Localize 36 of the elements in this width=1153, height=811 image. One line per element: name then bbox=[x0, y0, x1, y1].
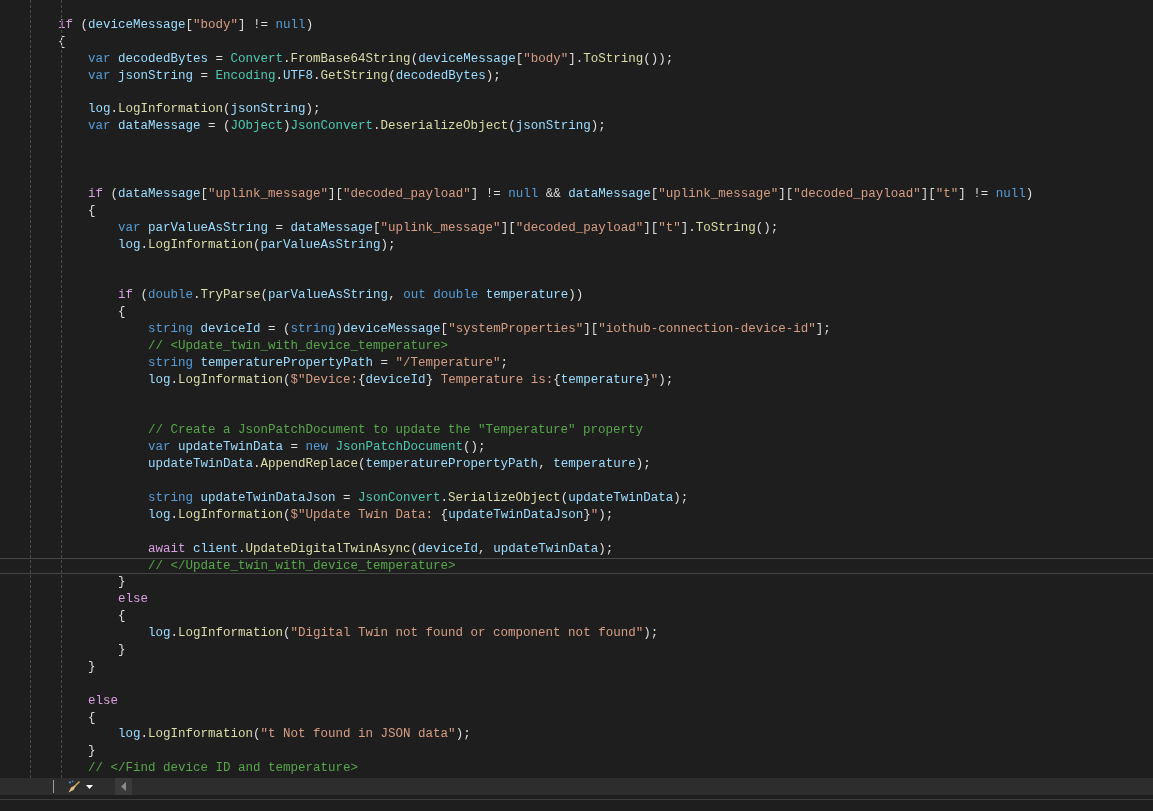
code-line: { bbox=[88, 709, 96, 727]
code-line: } bbox=[118, 574, 126, 592]
code-line: { bbox=[88, 202, 96, 220]
code-line: var jsonString = Encoding.UTF8.GetString(decodedBytes); bbox=[88, 67, 501, 85]
code-line: var updateTwinData = new JsonPatchDocument(); bbox=[148, 439, 486, 457]
code-line: var parValueAsString = dataMessage["uplink_message"]["decoded_payload"]["t"].ToString(); bbox=[118, 219, 779, 237]
code-line: // </Update_twin_with_device_temperature> bbox=[148, 558, 456, 574]
code-line: log.LogInformation($"Device:{deviceId} Temperature is:{temperature}"); bbox=[148, 371, 674, 389]
broom-icon[interactable] bbox=[67, 779, 81, 794]
code-line: updateTwinData.AppendReplace(temperaturePropertyPath, temperature); bbox=[148, 456, 651, 474]
code-line: log.LogInformation($"Update Twin Data: {updateTwinDataJson}"); bbox=[148, 506, 614, 524]
scroll-left-button[interactable] bbox=[115, 778, 132, 795]
code-line: log.LogInformation(jsonString); bbox=[88, 101, 321, 119]
code-line: if (dataMessage["uplink_message"]["decoded_payload"] != null && dataMessage["uplink_message"]["decoded_payload"]["t"] != null) bbox=[88, 185, 1034, 203]
code-line: // </Find device ID and temperature> bbox=[88, 760, 359, 778]
arrow-left-icon bbox=[121, 782, 126, 791]
code-line: log.LogInformation(parValueAsString); bbox=[118, 236, 396, 254]
code-line: await client.UpdateDigitalTwinAsync(deviceId, updateTwinData); bbox=[148, 540, 614, 558]
code-line: else bbox=[88, 692, 118, 710]
code-line: // Create a JsonPatchDocument to update the "Temperature" property bbox=[148, 422, 644, 440]
code-line: string updateTwinDataJson = JsonConvert.SerializeObject(updateTwinData); bbox=[148, 489, 689, 507]
code-line: string deviceId = (string)deviceMessage["systemProperties"]["iothub-connection-device-id"]; bbox=[148, 321, 831, 338]
code-line: log.LogInformation("t Not found in JSON data"); bbox=[118, 726, 471, 744]
code-line: var dataMessage = (JObject)JsonConvert.DeserializeObject(jsonString); bbox=[88, 118, 606, 136]
caret-icon[interactable] bbox=[86, 784, 93, 789]
code-line: { bbox=[118, 304, 126, 322]
code-line: } bbox=[88, 743, 96, 761]
code-line: else bbox=[118, 591, 148, 609]
code-line: var decodedBytes = Convert.FromBase64String(deviceMessage["body"].ToString()); bbox=[88, 50, 674, 68]
code-line: string temperaturePropertyPath = "/Temperature"; bbox=[148, 354, 509, 372]
code-line: // <Update_twin_with_device_temperature> bbox=[148, 337, 449, 355]
code-line: { bbox=[118, 608, 126, 626]
code-line: } bbox=[118, 641, 126, 659]
code-line: log.LogInformation("Digital Twin not found or component not found"); bbox=[148, 625, 659, 642]
code-line: if (double.TryParse(parValueAsString, out double temperature)) bbox=[118, 287, 584, 305]
code-line: } bbox=[88, 658, 96, 676]
